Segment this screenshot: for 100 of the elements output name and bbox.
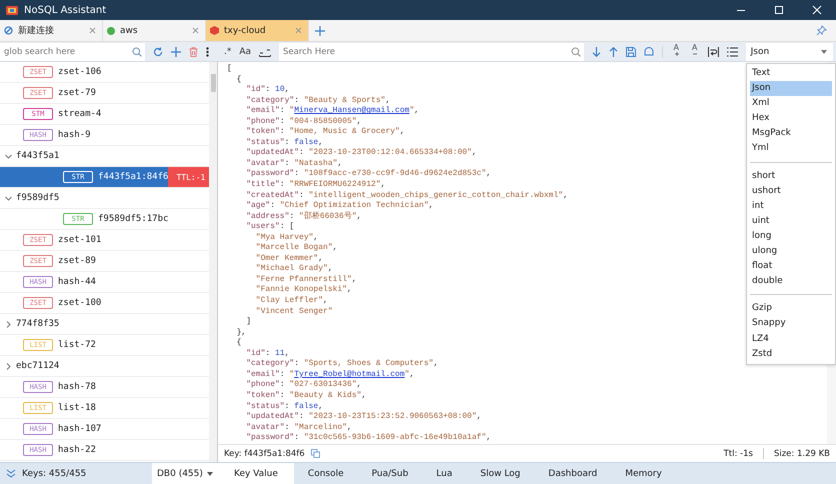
code-line: "Fannie Konopelski",: [254, 285, 352, 296]
folder-name: ebc71124: [16, 361, 60, 371]
key-name: stream-4: [58, 109, 102, 119]
menu-item[interactable]: Hex: [750, 111, 832, 126]
view-tab[interactable]: Console: [294, 463, 358, 484]
add-key-icon[interactable]: [171, 46, 181, 56]
connection-tab[interactable]: txy-cloud: [206, 20, 309, 41]
code-line: ]: [245, 317, 252, 328]
menu-item[interactable]: Json: [750, 81, 832, 96]
folder-row[interactable]: ebc71124: [0, 356, 210, 377]
maximize-icon[interactable]: [774, 5, 784, 15]
key-name: hash-9: [58, 130, 91, 140]
whole-word-icon[interactable]: [259, 46, 271, 56]
code-line: "Ferne Pfannerstill",: [254, 274, 357, 285]
menu-item[interactable]: ushort: [750, 184, 832, 199]
view-tab[interactable]: Lua: [422, 463, 466, 484]
format-dropdown[interactable]: Json: [746, 42, 833, 60]
folder-row[interactable]: f9589df5: [0, 188, 210, 209]
code-line: {: [236, 338, 242, 349]
code-line: "Michael Grady",: [254, 264, 333, 275]
arrow-down-icon[interactable]: [592, 46, 602, 56]
match-case-toggle[interactable]: Aa: [239, 46, 252, 56]
chevron-down-icon[interactable]: [5, 152, 12, 160]
font-larger-button[interactable]: A: [671, 42, 682, 60]
key-name: list-72: [58, 340, 96, 350]
key-search-field[interactable]: glob search here: [0, 46, 132, 56]
caret-icon: [207, 472, 213, 476]
menu-item[interactable]: Gzip: [750, 301, 832, 316]
view-tab[interactable]: Key Value: [218, 463, 294, 484]
tab-label: aws: [120, 26, 139, 36]
tab-label: 新建连接: [18, 24, 55, 37]
key-name: f9589df5:17bc: [98, 214, 168, 224]
minus-icon: [693, 52, 698, 56]
code-line: "Omer Kemmer",: [254, 254, 324, 264]
app-logo-icon: [6, 4, 18, 16]
menu-item[interactable]: float: [750, 259, 832, 274]
code-line: "status": false,: [245, 138, 324, 148]
menu-item[interactable]: int: [750, 198, 832, 214]
connection-tab[interactable]: 新建连接: [0, 20, 103, 41]
tab-label: txy-cloud: [224, 26, 267, 36]
collapse-icon[interactable]: [6, 469, 16, 478]
search-box[interactable]: Search Here: [278, 42, 584, 60]
menu-item[interactable]: LZ4: [750, 332, 832, 347]
close-tab-icon[interactable]: [89, 27, 96, 34]
plus-icon: [674, 52, 679, 56]
key-search-box[interactable]: glob search here: [0, 42, 145, 60]
key-name: zset-89: [58, 256, 96, 266]
menu-item[interactable]: ulong: [750, 244, 832, 260]
view-tab[interactable]: Dashboard: [534, 463, 612, 484]
regex-toggle[interactable]: .*: [224, 46, 232, 56]
menu-item[interactable]: double: [750, 274, 832, 290]
scrollbar[interactable]: [209, 62, 217, 462]
more-icon[interactable]: [206, 46, 209, 56]
refresh-icon[interactable]: [153, 46, 163, 56]
menu-item[interactable]: uint: [750, 214, 832, 229]
search-field[interactable]: Search Here: [278, 46, 572, 56]
add-tab-icon[interactable]: [315, 26, 325, 36]
code-line: "updatedAt": "2023-10-23T00:12:04.665334+08:00",: [245, 148, 477, 159]
key-name: hash-107: [58, 424, 102, 434]
format-icon[interactable]: [644, 47, 654, 56]
code-line: "avatar": "Marcelino",: [245, 422, 352, 433]
close-tab-icon[interactable]: [192, 27, 199, 34]
wrap-icon[interactable]: [708, 46, 719, 56]
close-tab-icon[interactable]: [295, 27, 302, 34]
code-line: "category": "Sports, Shoes & Computers",: [245, 359, 438, 370]
save-icon[interactable]: [626, 46, 636, 56]
chevron-right-icon[interactable]: [5, 362, 12, 370]
arrow-up-icon[interactable]: [609, 46, 618, 56]
menu-item[interactable]: Text: [750, 66, 832, 82]
code-line: "email": "Tyree_Robel@hotmail.com",: [245, 370, 414, 380]
view-tab[interactable]: Pua/Sub: [358, 463, 422, 484]
copy-icon[interactable]: [310, 449, 320, 458]
list-icon[interactable]: [726, 46, 738, 56]
chevron-down-icon[interactable]: [5, 194, 12, 202]
menu-item[interactable]: Yml: [750, 141, 832, 157]
font-smaller-button[interactable]: A: [689, 42, 700, 60]
chevron-right-icon[interactable]: [5, 320, 12, 328]
close-icon[interactable]: [812, 5, 822, 15]
key-count: Keys: 455/455: [22, 468, 86, 478]
menu-item[interactable]: long: [750, 228, 832, 244]
ttl-label: Ttl: -1s: [724, 448, 753, 458]
search-icon[interactable]: [132, 46, 142, 56]
code-line: "password": "31c0c565-93b6-1609-abfc-16e49b10a1af",: [245, 433, 492, 444]
code-line: "updatedAt": "2023-10-23T15:23:52.9060563+08:00",: [245, 412, 482, 423]
menu-item[interactable]: Snappy: [750, 316, 832, 332]
view-tab[interactable]: Slow Log: [466, 463, 534, 484]
menu-item[interactable]: MsgPack: [750, 126, 832, 142]
search-icon[interactable]: [571, 46, 582, 56]
code-line: "password": "108f9acc-e730-cc9f-9d46-d9624e2d853c",: [245, 169, 492, 180]
view-tab[interactable]: Memory: [611, 463, 676, 484]
folder-row[interactable]: 774f8f35: [0, 314, 210, 335]
database-dropdown[interactable]: DB0 (455): [152, 463, 218, 484]
code-line: "status": false,: [245, 402, 324, 412]
trash-icon[interactable]: [189, 46, 198, 56]
menu-item[interactable]: short: [750, 168, 832, 184]
menu-item[interactable]: Zstd: [750, 346, 832, 362]
key-name: list-18: [58, 403, 96, 413]
pin-icon[interactable]: [816, 25, 827, 36]
menu-item[interactable]: Xml: [750, 96, 832, 112]
key-name: zset-101: [58, 235, 102, 245]
